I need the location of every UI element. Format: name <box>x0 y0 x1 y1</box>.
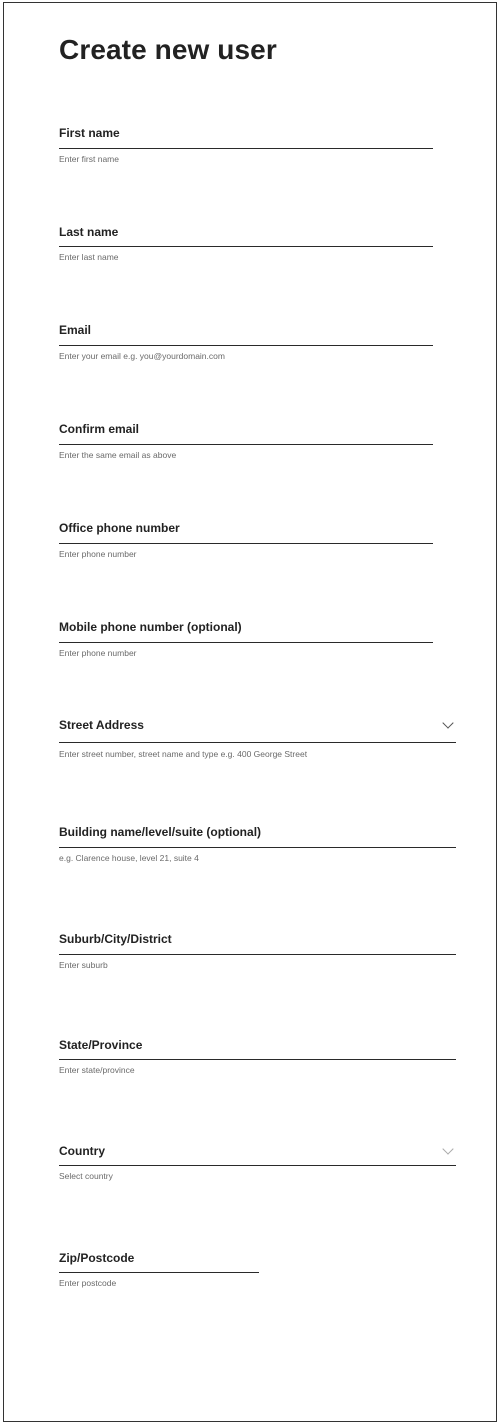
last-name-underline <box>59 246 433 247</box>
building-input[interactable]: e.g. Clarence house, level 21, suite 4 <box>59 853 199 863</box>
last-name-input[interactable]: Enter last name <box>59 252 119 262</box>
confirm-email-underline <box>59 444 433 445</box>
form-panel: Create new user First name Enter first n… <box>3 2 497 1422</box>
page-title: Create new user <box>59 34 277 65</box>
email-underline <box>59 345 433 346</box>
chevron-down-icon[interactable] <box>442 1143 454 1155</box>
office-phone-label: Office phone number <box>59 521 180 535</box>
mobile-phone-label: Mobile phone number (optional) <box>59 620 242 634</box>
first-name-label: First name <box>59 126 120 140</box>
state-underline <box>59 1059 456 1060</box>
building-underline <box>59 847 456 848</box>
first-name-underline <box>59 148 433 149</box>
suburb-underline <box>59 954 456 955</box>
street-address-input[interactable]: Enter street number, street name and typ… <box>59 749 307 759</box>
state-label: State/Province <box>59 1038 143 1052</box>
suburb-input[interactable]: Enter suburb <box>59 960 108 970</box>
email-label: Email <box>59 323 92 337</box>
postcode-underline <box>59 1272 259 1273</box>
building-label: Building name/level/suite (optional) <box>59 825 262 839</box>
chevron-down-icon[interactable] <box>442 717 454 729</box>
postcode-input[interactable]: Enter postcode <box>59 1278 116 1288</box>
postcode-label: Zip/Postcode <box>59 1251 135 1265</box>
mobile-phone-underline <box>59 642 433 643</box>
mobile-phone-input[interactable]: Enter phone number <box>59 648 137 658</box>
last-name-label: Last name <box>59 225 119 239</box>
street-address-underline <box>59 742 456 743</box>
confirm-email-input[interactable]: Enter the same email as above <box>59 450 176 460</box>
country-label: Country <box>59 1144 105 1158</box>
country-underline <box>59 1165 456 1166</box>
office-phone-input[interactable]: Enter phone number <box>59 549 137 559</box>
office-phone-underline <box>59 543 433 544</box>
first-name-input[interactable]: Enter first name <box>59 154 119 164</box>
street-address-label: Street Address <box>59 718 144 732</box>
suburb-label: Suburb/City/District <box>59 932 172 946</box>
email-input[interactable]: Enter your email e.g. you@yourdomain.com <box>59 351 225 361</box>
state-input[interactable]: Enter state/province <box>59 1065 135 1075</box>
confirm-email-label: Confirm email <box>59 422 140 436</box>
country-select[interactable]: Select country <box>59 1171 113 1181</box>
